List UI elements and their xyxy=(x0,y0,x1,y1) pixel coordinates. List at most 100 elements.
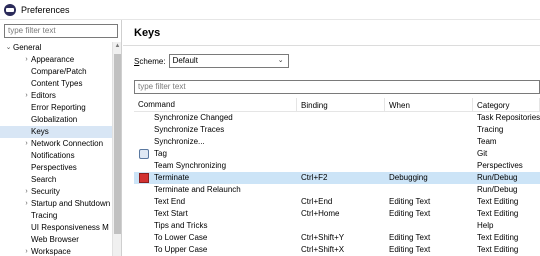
table-row[interactable]: To Upper Case Ctrl+Shift+X Editing Text Tex… xyxy=(134,244,540,256)
cell-binding xyxy=(297,112,385,124)
command-text: Synchronize Traces xyxy=(154,125,225,134)
table-row[interactable]: Text End Ctrl+End Editing Text Text Editing xyxy=(134,196,540,208)
preferences-navigation: type filter text ⌄ General › Appearance Comp… xyxy=(0,20,122,256)
title-bar: Preferences xyxy=(0,0,540,20)
command-text: To Lower Case xyxy=(154,233,208,242)
tree-item-label: Tracing xyxy=(31,211,58,220)
column-header-binding[interactable]: Binding xyxy=(297,98,385,111)
tree-item[interactable]: › Security xyxy=(0,186,112,198)
cell-when: Editing Text xyxy=(389,233,431,242)
tree-item[interactable]: › Workspace xyxy=(0,246,112,256)
cell-binding: Ctrl+Home xyxy=(301,209,340,218)
table-row[interactable]: Synchronize... Team xyxy=(134,136,540,148)
cell-category: Git xyxy=(477,149,488,158)
cell-category: Help xyxy=(477,221,494,230)
expand-right-icon[interactable]: › xyxy=(22,186,31,198)
scroll-up-arrow-icon[interactable]: ▲ xyxy=(113,42,122,51)
cell-when xyxy=(385,160,473,172)
expand-right-icon[interactable]: › xyxy=(22,198,31,210)
cell-binding xyxy=(297,184,385,196)
tree-item[interactable]: Tracing xyxy=(0,210,112,222)
tree-item-label: Content Types xyxy=(31,79,83,88)
cell-command: Synchronize Traces xyxy=(134,124,297,136)
column-header-when[interactable]: When xyxy=(385,98,473,111)
table-row[interactable]: Synchronize Traces Tracing xyxy=(134,124,540,136)
cell-category: Run/Debug xyxy=(477,173,518,182)
tree-item[interactable]: Error Reporting xyxy=(0,102,112,114)
command-text: Tag xyxy=(154,149,167,158)
command-text: Team Synchronizing xyxy=(154,161,227,170)
tree-filter-input[interactable]: type filter text xyxy=(4,24,118,38)
cell-when xyxy=(385,112,473,124)
cell-binding: Ctrl+End xyxy=(301,197,333,206)
tree-item[interactable]: › Network Connection xyxy=(0,138,112,150)
tree-item[interactable]: Notifications xyxy=(0,150,112,162)
keys-filter-input[interactable]: type filter text xyxy=(134,80,540,94)
expand-right-icon[interactable]: › xyxy=(22,54,31,66)
tree-item-label: UI Responsiveness M xyxy=(31,223,109,232)
tree-item[interactable]: Keys xyxy=(0,126,112,138)
tree-item[interactable]: Content Types xyxy=(0,78,112,90)
table-row[interactable]: To Lower Case Ctrl+Shift+Y Editing Text Tex… xyxy=(134,232,540,244)
tree-item-label: Security xyxy=(31,187,60,196)
expand-right-icon[interactable]: › xyxy=(22,246,31,256)
expand-down-icon[interactable]: ⌄ xyxy=(4,42,13,54)
table-row[interactable]: Terminate and Relaunch Run/Debug xyxy=(134,184,540,196)
expand-right-icon[interactable]: › xyxy=(22,90,31,102)
tree-scrollbar[interactable]: ▲ xyxy=(112,42,121,256)
table-row[interactable]: Team Synchronizing Perspectives xyxy=(134,160,540,172)
cell-command: To Lower Case xyxy=(134,232,297,244)
scheme-value: Default xyxy=(172,56,198,65)
expand-right-icon[interactable]: › xyxy=(22,138,31,150)
cell-binding: Ctrl+F2 xyxy=(301,173,328,182)
cell-when xyxy=(385,124,473,136)
table-row[interactable]: Tag Git xyxy=(134,148,540,160)
column-header-category[interactable]: Category xyxy=(473,98,540,111)
command-text: Terminate and Relaunch xyxy=(154,185,241,194)
cell-command: Tips and Tricks xyxy=(134,220,297,232)
tree-item[interactable]: Globalization xyxy=(0,114,112,126)
tree-item[interactable]: ⌄ General xyxy=(0,42,112,54)
command-text: Terminate xyxy=(154,173,190,182)
tree-item[interactable]: Compare/Patch xyxy=(0,66,112,78)
tree-item[interactable]: › Startup and Shutdown xyxy=(0,198,112,210)
tree-item-label: Editors xyxy=(31,91,56,100)
cell-command: Text Start xyxy=(134,208,297,220)
scrollbar-thumb[interactable] xyxy=(114,54,121,234)
scheme-label: Scheme: xyxy=(134,56,166,66)
cell-when xyxy=(385,148,473,160)
cell-category: Task Repositories xyxy=(477,113,540,122)
tree-item-label: Keys xyxy=(31,127,49,136)
cell-command: Terminate xyxy=(134,172,297,184)
tree-item-label: Search xyxy=(31,175,57,184)
command-text: Text End xyxy=(154,197,186,206)
tree-item-label: Web Browser xyxy=(31,235,79,244)
cell-category: Text Editing xyxy=(477,233,519,242)
table-row[interactable]: Synchronize Changed Task Repositories xyxy=(134,112,540,124)
tree-item[interactable]: Search xyxy=(0,174,112,186)
cell-when: Editing Text xyxy=(389,197,431,206)
cell-category: Run/Debug xyxy=(477,185,518,194)
scheme-select[interactable]: Default ⌄ xyxy=(168,54,289,68)
column-header-command[interactable]: ^ Command xyxy=(134,98,297,111)
tree-item[interactable]: Perspectives xyxy=(0,162,112,174)
cell-category: Text Editing xyxy=(477,209,519,218)
table-row[interactable]: Tips and Tricks Help xyxy=(134,220,540,232)
preferences-tree: ⌄ General › Appearance Compare/Patch Content … xyxy=(0,42,112,256)
page-title: Keys xyxy=(123,20,540,46)
tree-item-label: Startup and Shutdown xyxy=(31,199,111,208)
tree-item[interactable]: UI Responsiveness M xyxy=(0,222,112,234)
tree-item-label: General xyxy=(13,43,42,52)
tree-item[interactable]: Web Browser xyxy=(0,234,112,246)
command-text: Synchronize... xyxy=(154,137,205,146)
table-row[interactable]: Terminate Ctrl+F2 Debugging Run/Debug xyxy=(134,172,540,184)
tree-item[interactable]: › Appearance xyxy=(0,54,112,66)
cell-binding xyxy=(297,160,385,172)
command-text: Text Start xyxy=(154,209,188,218)
tree-item[interactable]: › Editors xyxy=(0,90,112,102)
keys-page: Keys Scheme: Default ⌄ type filter text … xyxy=(123,20,540,256)
command-text: Synchronize Changed xyxy=(154,113,233,122)
cell-command: Synchronize... xyxy=(134,136,297,148)
cell-command: To Upper Case xyxy=(134,244,297,256)
table-row[interactable]: Text Start Ctrl+Home Editing Text Text Edit… xyxy=(134,208,540,220)
